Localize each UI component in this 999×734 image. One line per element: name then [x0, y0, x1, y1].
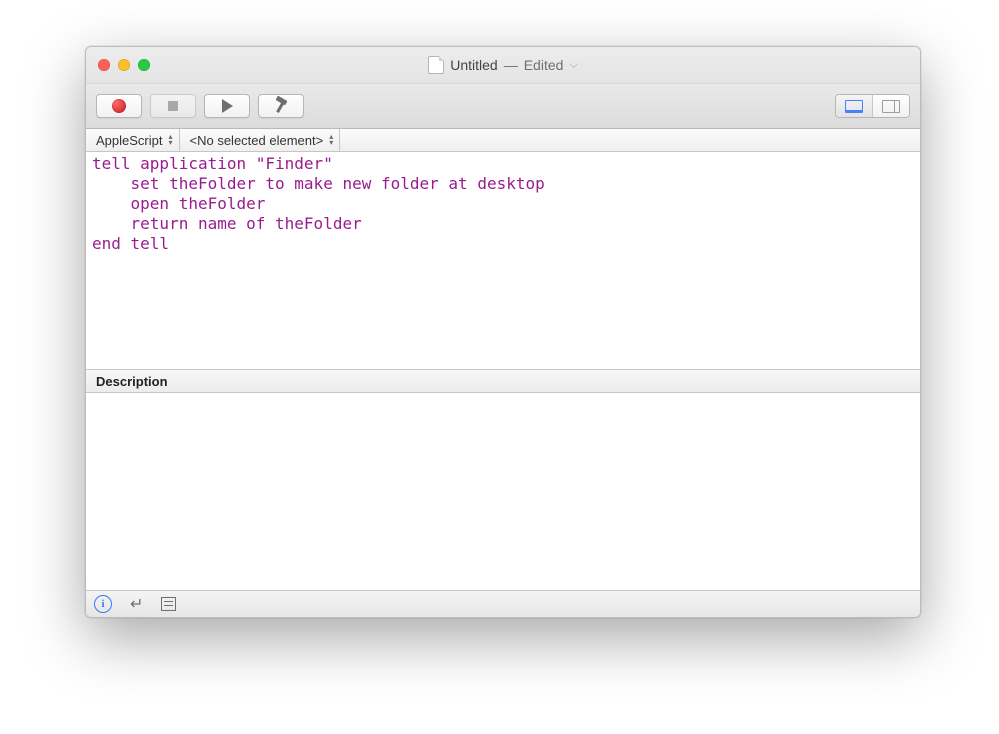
info-icon[interactable]: i — [94, 595, 112, 613]
stepper-icon: ▴▾ — [168, 134, 172, 146]
element-picker[interactable]: <No selected element> ▴▾ — [180, 129, 341, 151]
script-source: tell application "Finder" set theFolder … — [92, 154, 545, 253]
view-mode-segmented — [835, 94, 910, 118]
toolbar — [86, 84, 920, 129]
result-icon[interactable]: ↵ — [130, 594, 143, 614]
view-mode-bottom-panel[interactable] — [836, 95, 872, 117]
bottom-bar: i ↵ — [86, 590, 920, 617]
navigation-bar: AppleScript ▴▾ <No selected element> ▴▾ — [86, 129, 920, 152]
language-picker[interactable]: AppleScript ▴▾ — [86, 129, 180, 151]
document-name: Untitled — [450, 57, 497, 73]
log-icon[interactable] — [161, 597, 176, 611]
traffic-lights — [86, 59, 150, 71]
script-editor-window: Untitled — Edited ⌵ — [85, 46, 921, 618]
minimize-window-button[interactable] — [118, 59, 130, 71]
close-window-button[interactable] — [98, 59, 110, 71]
title-dash: — — [504, 57, 518, 73]
run-button[interactable] — [204, 94, 250, 118]
titlebar: Untitled — Edited ⌵ — [86, 47, 920, 84]
view-mode-side-panel[interactable] — [872, 95, 909, 117]
panel-side-icon — [882, 100, 900, 113]
language-label: AppleScript — [96, 133, 162, 148]
record-button[interactable] — [96, 94, 142, 118]
stop-icon — [168, 101, 178, 111]
stop-button[interactable] — [150, 94, 196, 118]
script-editor-textarea[interactable]: tell application "Finder" set theFolder … — [86, 152, 920, 370]
description-section-header[interactable]: Description — [86, 370, 920, 393]
document-state: Edited — [524, 57, 564, 73]
element-label: <No selected element> — [190, 133, 324, 148]
chevron-down-icon: ⌵ — [569, 59, 577, 72]
play-icon — [222, 99, 233, 113]
description-label: Description — [96, 374, 168, 389]
description-textarea[interactable] — [86, 393, 920, 590]
record-icon — [112, 99, 126, 113]
document-icon — [428, 56, 444, 74]
compile-button[interactable] — [258, 94, 304, 118]
panel-bottom-icon — [845, 100, 863, 113]
zoom-window-button[interactable] — [138, 59, 150, 71]
hammer-icon — [273, 98, 289, 114]
stepper-icon: ▴▾ — [329, 134, 333, 146]
window-title[interactable]: Untitled — Edited ⌵ — [86, 56, 920, 74]
